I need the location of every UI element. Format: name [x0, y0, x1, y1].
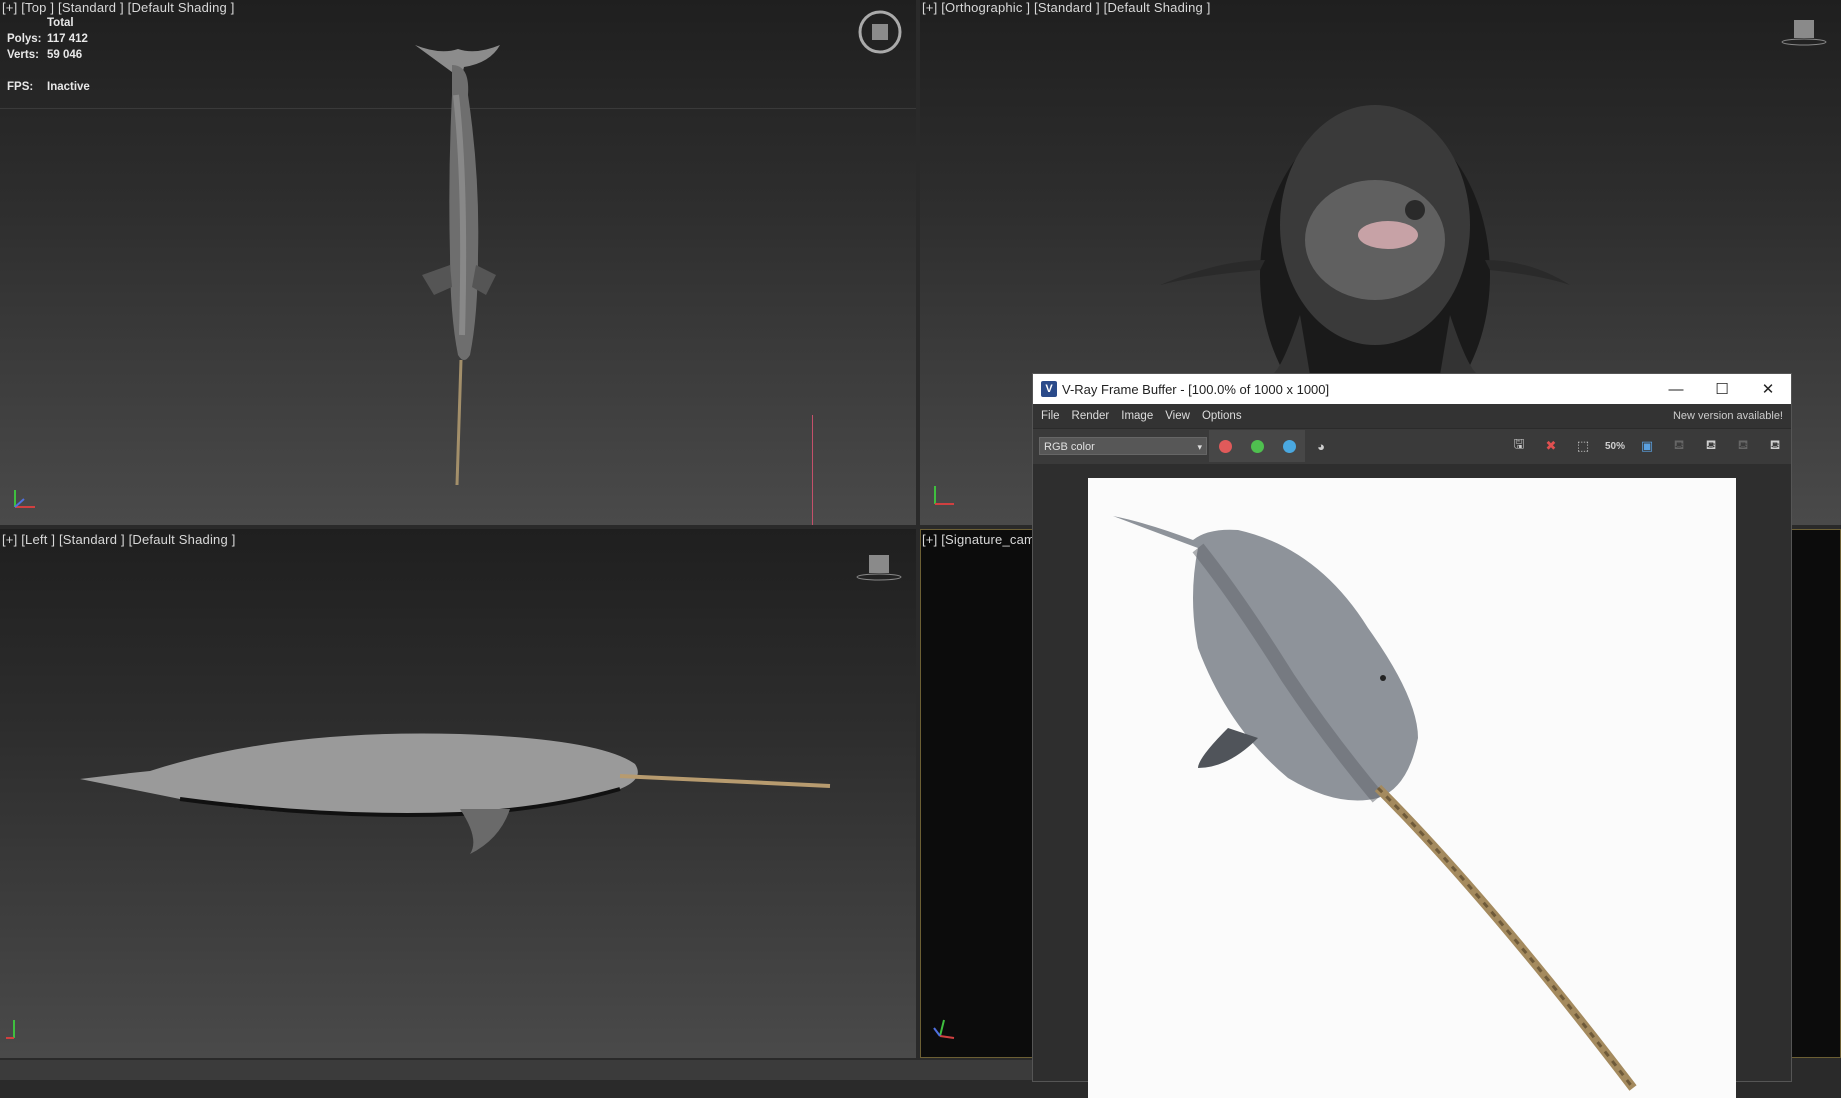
stats-total-label: Total [47, 17, 74, 29]
vray-logo-icon: V [1041, 381, 1057, 397]
channel-select-value: RGB color [1044, 441, 1095, 453]
teapot-disabled-icon: ⛾ [1673, 437, 1685, 452]
polys-value: 117 412 [47, 33, 88, 45]
green-dot-icon [1250, 439, 1264, 453]
channel-select[interactable]: RGB color ▾ [1039, 437, 1207, 455]
render-button[interactable]: ⛾ [1695, 430, 1727, 462]
fps-label: FPS: [7, 81, 34, 93]
viewcube-compass-icon[interactable] [855, 10, 905, 60]
axis-tripod-icon [14, 490, 35, 508]
axis-tripod-icon [933, 1019, 955, 1039]
status-bar [0, 1060, 1032, 1080]
fps-value: Inactive [47, 81, 90, 93]
teapot-stop-icon: ⛾ [1737, 437, 1749, 452]
viewport-left[interactable]: [+] [Left ] [Standard ] [Default Shading… [0, 529, 916, 1058]
viewport-ortho-label[interactable]: [+] [Orthographic ] [Standard ] [Default… [922, 0, 1211, 15]
red-axis-line [812, 415, 813, 525]
polys-label: Polys: [7, 33, 42, 45]
maximize-button[interactable]: ☐ [1699, 374, 1745, 404]
clear-image-icon: ✖ [1545, 438, 1557, 453]
new-version-link[interactable]: New version available! [1673, 410, 1783, 422]
viewport-top-label[interactable]: [+] [Top ] [Standard ] [Default Shading … [2, 0, 235, 15]
narwhal-front-view[interactable] [1160, 75, 1570, 375]
menu-image[interactable]: Image [1121, 410, 1153, 422]
viewport-top[interactable]: [+] [Top ] [Standard ] [Default Shading … [0, 0, 916, 525]
axis-tripod-icon [6, 1020, 15, 1039]
save-image-button[interactable]: 🖫 [1503, 430, 1535, 462]
vfb-title: V-Ray Frame Buffer - [100.0% of 1000 x 1… [1062, 381, 1330, 397]
clear-image-button[interactable]: ✖ [1535, 430, 1567, 462]
menu-file[interactable]: File [1041, 410, 1060, 422]
menu-render[interactable]: Render [1072, 410, 1110, 422]
green-channel-toggle[interactable] [1241, 430, 1273, 462]
minimize-button[interactable]: — [1653, 374, 1699, 404]
vfb-titlebar[interactable]: V V-Ray Frame Buffer - [100.0% of 1000 x… [1033, 374, 1791, 404]
menu-view[interactable]: View [1165, 410, 1190, 422]
viewcube-icon[interactable] [1780, 14, 1830, 50]
vfb-toolbar: RGB color ▾ ◕ 🖫 ✖ ⬚ 50% ▣ ⛾ ⛾ ⛾ ⛾ [1033, 428, 1791, 463]
vfb-menubar: File Render Image View Options New versi… [1033, 404, 1791, 428]
track-mouse-button[interactable]: ⬚ [1567, 430, 1599, 462]
verts-label: Verts: [7, 49, 39, 61]
render-last-button[interactable]: ⛾ [1759, 430, 1791, 462]
axis-tripod-icon [934, 486, 954, 505]
blue-channel-toggle[interactable] [1273, 430, 1305, 462]
blue-dot-icon [1282, 439, 1296, 453]
rendered-image[interactable] [1088, 478, 1736, 1098]
close-button[interactable]: ✕ [1745, 374, 1791, 404]
teapot-render-icon: ⛾ [1705, 437, 1717, 452]
save-icon: 🖫 [1513, 436, 1525, 451]
verts-value: 59 046 [47, 49, 83, 61]
teapot-icon: ⛾ [1769, 437, 1781, 452]
vfb-canvas[interactable] [1033, 464, 1791, 1098]
narwhal-top-view[interactable] [400, 35, 520, 495]
menu-options[interactable]: Options [1202, 410, 1242, 422]
zoom-button[interactable]: 50% [1599, 430, 1631, 462]
vray-frame-buffer-window[interactable]: V V-Ray Frame Buffer - [100.0% of 1000 x… [1032, 373, 1792, 1098]
narwhal-side-view[interactable] [80, 719, 840, 859]
region-render-button[interactable]: ▣ [1631, 430, 1663, 462]
zoom-label: 50% [1604, 440, 1625, 452]
viewport-camera-label[interactable]: [+] [Signature_cam ] [922, 532, 1043, 547]
red-dot-icon [1218, 439, 1232, 453]
select-region-icon: ⬚ [1576, 438, 1590, 453]
chevron-down-icon: ▾ [1197, 442, 1202, 452]
interactive-render-button[interactable]: ⛾ [1663, 430, 1695, 462]
viewcube-icon[interactable] [855, 549, 905, 585]
mono-channel-toggle[interactable]: ◕ [1305, 430, 1337, 462]
stats-panel: Total Polys: 117 412 Verts: 59 046 FPS: Ina… [7, 15, 90, 95]
region-icon: ▣ [1640, 438, 1654, 453]
narwhal-render [1113, 516, 1637, 1091]
viewport-left-label[interactable]: [+] [Left ] [Standard ] [Default Shading… [2, 532, 236, 547]
mono-channel-icon: ◕ [1317, 438, 1325, 454]
stop-render-button[interactable]: ⛾ [1727, 430, 1759, 462]
red-channel-toggle[interactable] [1209, 430, 1241, 462]
